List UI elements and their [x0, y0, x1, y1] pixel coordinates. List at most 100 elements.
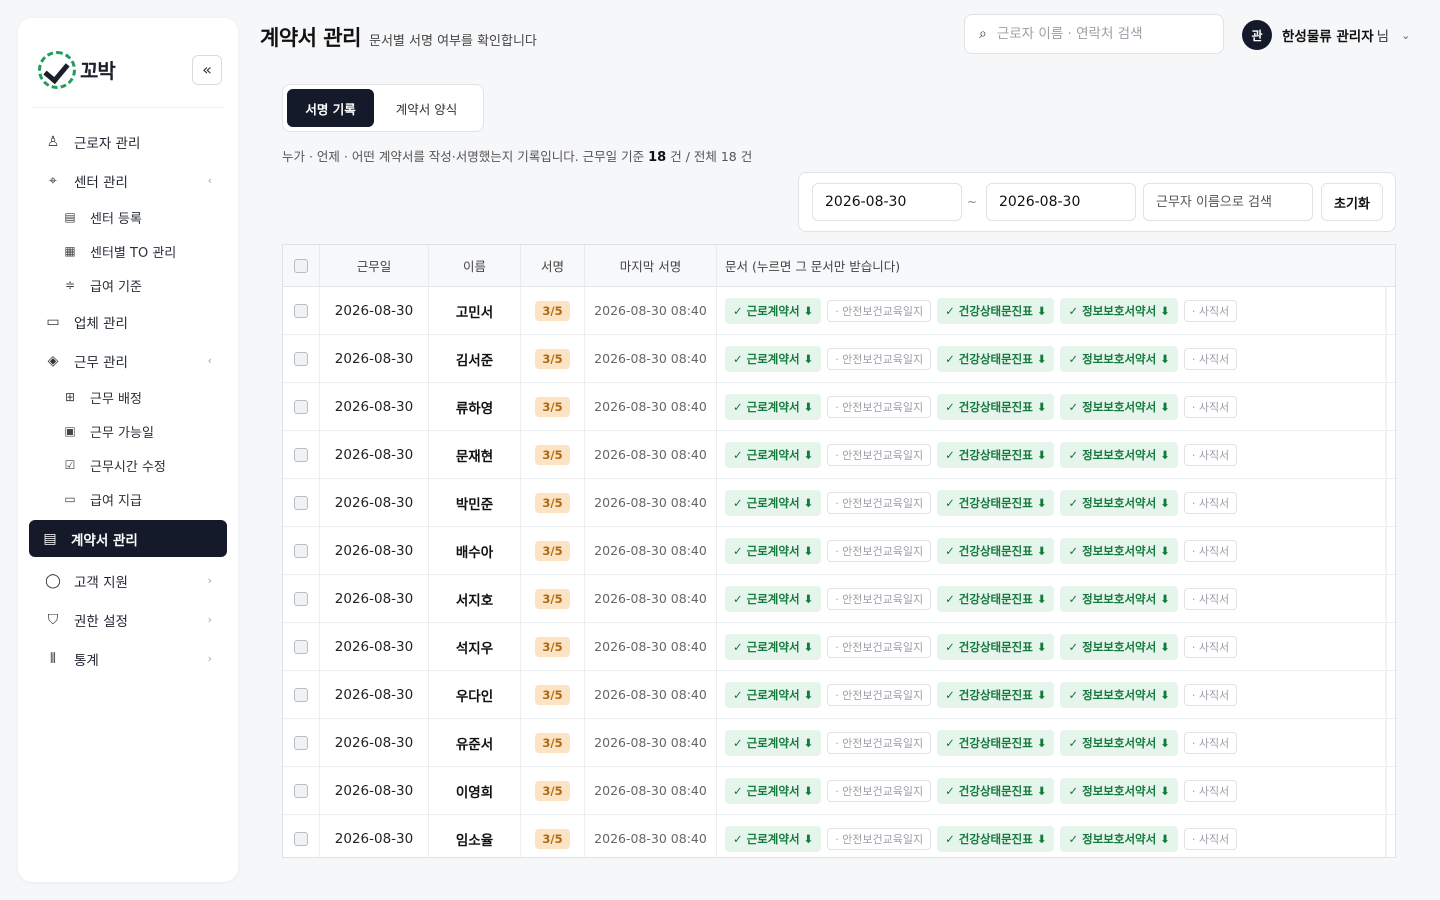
collapse-sidebar-button[interactable]: «: [192, 54, 222, 85]
document-download-chip[interactable]: ✓ 정보보호서약서 ⬇: [1060, 441, 1178, 468]
scrollbar[interactable]: [1385, 287, 1387, 857]
select-all-checkbox[interactable]: [294, 258, 308, 273]
last-sign-time: 2026-08-30 08:40: [594, 783, 707, 798]
documents-cell: ✓ 근로계약서 ⬇ · 안전보건교육일지 ✓ 건강상태문진표 ⬇ ✓ 정보보호서약서 …: [717, 527, 1386, 574]
document-download-chip[interactable]: ✓ 정보보호서약서 ⬇: [1060, 585, 1178, 612]
document-download-chip[interactable]: ✓ 정보보호서약서 ⬇: [1060, 681, 1178, 708]
document-download-chip[interactable]: ✓ 정보보호서약서 ⬇: [1060, 489, 1178, 516]
global-search-input[interactable]: [996, 26, 1197, 42]
reset-button[interactable]: 초기화: [1321, 183, 1383, 221]
user-menu[interactable]: 관 한성물류 관리자 님 ⌄: [1242, 20, 1410, 50]
row-checkbox[interactable]: [294, 399, 308, 414]
sidebar-item-12[interactable]: ◯ 고객 지원 ›: [32, 561, 224, 600]
global-search[interactable]: ⌕: [964, 14, 1224, 54]
sign-count-badge: 3/5: [535, 828, 570, 849]
sidebar-item-5[interactable]: ▭ 업체 관리: [32, 302, 224, 341]
worker-name-search[interactable]: [1143, 183, 1313, 221]
document-download-chip[interactable]: ✓ 근로계약서 ⬇: [725, 729, 822, 756]
document-download-chip[interactable]: ✓ 건강상태문진표 ⬇: [937, 777, 1055, 804]
sidebar-item-10[interactable]: ▭ 급여 지급: [32, 482, 224, 516]
document-download-chip[interactable]: ✓ 건강상태문진표 ⬇: [937, 633, 1055, 660]
row-checkbox[interactable]: [294, 783, 308, 798]
row-checkbox[interactable]: [294, 639, 308, 654]
document-download-chip[interactable]: ✓ 근로계약서 ⬇: [725, 825, 822, 852]
document-download-chip[interactable]: ✓ 정보보호서약서 ⬇: [1060, 825, 1178, 852]
header-last-sign[interactable]: 마지막 서명: [585, 245, 717, 286]
sidebar-item-label: 권한 설정: [74, 613, 128, 630]
document-download-chip[interactable]: ✓ 건강상태문진표 ⬇: [937, 297, 1055, 324]
document-unsigned-chip: · 안전보건교육일지: [827, 779, 932, 802]
date-from-field[interactable]: 2026-08-30: [812, 183, 962, 221]
document-download-chip[interactable]: ✓ 건강상태문진표 ⬇: [937, 489, 1055, 516]
header-date[interactable]: 근무일: [320, 245, 429, 286]
row-checkbox[interactable]: [294, 351, 308, 366]
row-checkbox[interactable]: [294, 687, 308, 702]
row-select-cell: [283, 575, 320, 622]
sidebar-item-8[interactable]: ▣ 근무 가능일: [32, 414, 224, 448]
document-download-chip[interactable]: ✓ 근로계약서 ⬇: [725, 441, 822, 468]
document-download-chip[interactable]: ✓ 근로계약서 ⬇: [725, 537, 822, 564]
document-download-chip[interactable]: ✓ 정보보호서약서 ⬇: [1060, 633, 1178, 660]
row-checkbox[interactable]: [294, 495, 308, 510]
document-download-chip[interactable]: ✓ 근로계약서 ⬇: [725, 297, 822, 324]
work-date-cell: 2026-08-30: [320, 527, 429, 574]
document-download-chip[interactable]: ✓ 정보보호서약서 ⬇: [1060, 537, 1178, 564]
document-download-chip[interactable]: ✓ 건강상태문진표 ⬇: [937, 825, 1055, 852]
document-download-chip[interactable]: ✓ 건강상태문진표 ⬇: [937, 393, 1055, 420]
document-download-chip[interactable]: ✓ 근로계약서 ⬇: [725, 585, 822, 612]
worker-name-input[interactable]: [1156, 194, 1306, 210]
last-sign-time: 2026-08-30 08:40: [594, 351, 707, 366]
sidebar-item-9[interactable]: ☑ 근무시간 수정: [32, 448, 224, 482]
row-checkbox[interactable]: [294, 447, 308, 462]
row-checkbox[interactable]: [294, 543, 308, 558]
tab-sign-records[interactable]: 서명 기록: [287, 89, 375, 127]
sidebar-item-13[interactable]: ⛉ 권한 설정 ›: [32, 600, 224, 639]
tab-contract-templates[interactable]: 계약서 양식: [374, 89, 479, 127]
work-date-cell: 2026-08-30: [320, 479, 429, 526]
document-download-chip[interactable]: ✓ 근로계약서 ⬇: [725, 633, 822, 660]
work-date-cell: 2026-08-30: [320, 623, 429, 670]
worker-name-cell: 배수아: [429, 527, 521, 574]
document-download-chip[interactable]: ✓ 근로계약서 ⬇: [725, 777, 822, 804]
records-description: 누가 · 언제 · 어떤 계약서를 작성·서명했는지 기록입니다. 근무일 기준…: [282, 146, 752, 165]
document-download-chip[interactable]: ✓ 정보보호서약서 ⬇: [1060, 777, 1178, 804]
document-download-chip[interactable]: ✓ 정보보호서약서 ⬇: [1060, 297, 1178, 324]
row-checkbox[interactable]: [294, 831, 308, 846]
sidebar-item-1[interactable]: ⌖ 센터 관리 ‹: [32, 161, 224, 200]
sidebar-item-11[interactable]: ▤ 계약서 관리: [29, 520, 227, 557]
row-checkbox[interactable]: [294, 735, 308, 750]
document-download-chip[interactable]: ✓ 근로계약서 ⬇: [725, 345, 822, 372]
logo[interactable]: 꼬박: [38, 50, 116, 89]
document-download-chip[interactable]: ✓ 건강상태문진표 ⬇: [937, 729, 1055, 756]
row-checkbox[interactable]: [294, 591, 308, 606]
document-download-chip[interactable]: ✓ 건강상태문진표 ⬇: [937, 345, 1055, 372]
sidebar-item-2[interactable]: ▤ 센터 등록: [32, 200, 224, 234]
documents-cell: ✓ 근로계약서 ⬇ · 안전보건교육일지 ✓ 건강상태문진표 ⬇ ✓ 정보보호서약서 …: [717, 383, 1386, 430]
header-documents: 문서 (누르면 그 문서만 받습니다): [725, 259, 901, 274]
header-name[interactable]: 이름: [429, 245, 521, 286]
sidebar-item-14[interactable]: ⫴ 통계 ›: [32, 639, 224, 678]
sidebar-item-7[interactable]: ⊞ 근무 배정: [32, 380, 224, 414]
row-checkbox[interactable]: [294, 303, 308, 318]
document-download-chip[interactable]: ✓ 근로계약서 ⬇: [725, 681, 822, 708]
table-row: 2026-08-30 류하영 3/5 2026-08-30 08:40 ✓ 근로계약서 …: [283, 383, 1395, 431]
document-download-chip[interactable]: ✓ 근로계약서 ⬇: [725, 489, 822, 516]
document-download-chip[interactable]: ✓ 건강상태문진표 ⬇: [937, 441, 1055, 468]
document-download-chip[interactable]: ✓ 정보보호서약서 ⬇: [1060, 729, 1178, 756]
worker-name-cell: 석지우: [429, 623, 521, 670]
document-download-chip[interactable]: ✓ 건강상태문진표 ⬇: [937, 681, 1055, 708]
table-row: 2026-08-30 유준서 3/5 2026-08-30 08:40 ✓ 근로계약서 …: [283, 719, 1395, 767]
sidebar-item-3[interactable]: ▦ 센터별 TO 관리: [32, 234, 224, 268]
document-download-chip[interactable]: ✓ 건강상태문진표 ⬇: [937, 537, 1055, 564]
sidebar-item-0[interactable]: ♙ 근로자 관리: [32, 122, 224, 161]
sidebar-item-4[interactable]: ≑ 급여 기준: [32, 268, 224, 302]
document-download-chip[interactable]: ✓ 정보보호서약서 ⬇: [1060, 393, 1178, 420]
document-unsigned-chip: · 사직서: [1183, 587, 1238, 610]
document-download-chip[interactable]: ✓ 건강상태문진표 ⬇: [937, 585, 1055, 612]
header-sign[interactable]: 서명: [521, 245, 585, 286]
sidebar-item-6[interactable]: ◈ 근무 관리 ‹: [32, 341, 224, 380]
date-to-field[interactable]: 2026-08-30: [986, 183, 1136, 221]
document-download-chip[interactable]: ✓ 정보보호서약서 ⬇: [1060, 345, 1178, 372]
last-sign-cell: 2026-08-30 08:40: [585, 287, 717, 334]
document-download-chip[interactable]: ✓ 근로계약서 ⬇: [725, 393, 822, 420]
